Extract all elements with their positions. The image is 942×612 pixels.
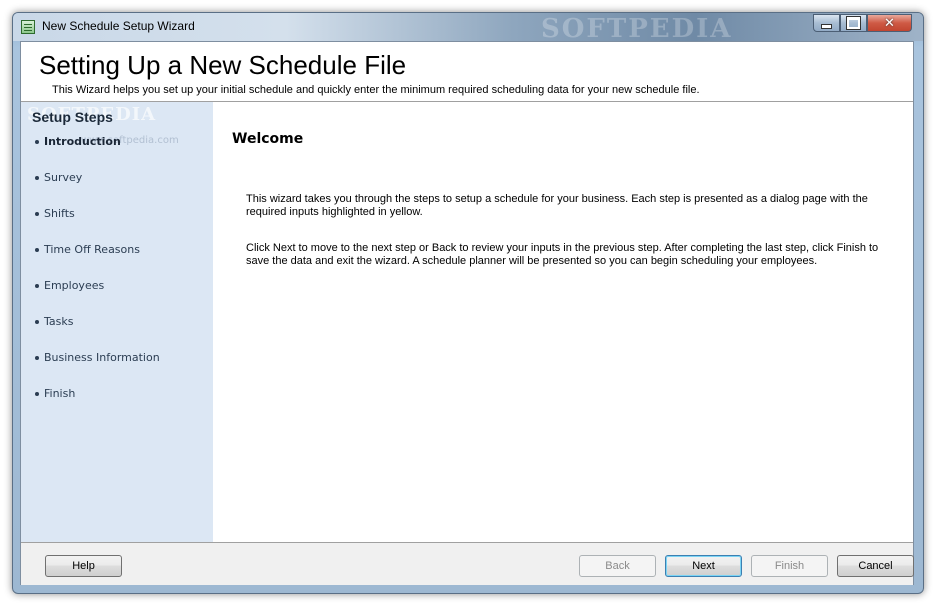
step-tasks[interactable]: Tasks: [35, 315, 73, 328]
step-label: Finish: [44, 387, 76, 400]
setup-steps-sidebar: SOFTPEDIA www.softpedia.com Setup Steps …: [21, 102, 213, 542]
minimize-button[interactable]: [813, 14, 840, 32]
wizard-footer: Help Back Next Finish Cancel: [21, 542, 914, 585]
step-label: Survey: [44, 171, 83, 184]
wizard-client-area: Setting Up a New Schedule File This Wiza…: [20, 41, 914, 585]
title-bar[interactable]: New Schedule Setup Wizard SOFTPEDIA ✕: [13, 13, 923, 44]
step-business-information[interactable]: Business Information: [35, 351, 160, 364]
minimize-icon: [821, 23, 832, 29]
content-heading: Welcome: [232, 131, 304, 147]
bullet-icon: [35, 247, 39, 252]
app-icon: [21, 20, 35, 34]
bullet-icon: [35, 283, 39, 288]
finish-button[interactable]: Finish: [751, 555, 828, 577]
wizard-content: Welcome This wizard takes you through th…: [213, 102, 913, 542]
page-subtitle: This Wizard helps you set up your initia…: [52, 84, 700, 96]
wizard-window: New Schedule Setup Wizard SOFTPEDIA ✕ Se…: [12, 12, 924, 594]
wizard-header: Setting Up a New Schedule File This Wiza…: [21, 42, 913, 102]
intro-paragraph: This wizard takes you through the steps …: [246, 193, 868, 218]
step-label: Tasks: [44, 315, 74, 328]
step-employees[interactable]: Employees: [35, 279, 104, 292]
step-label: Introduction: [44, 135, 121, 148]
cancel-button[interactable]: Cancel: [837, 555, 914, 577]
instructions-paragraph: Click Next to move to the next step or B…: [246, 242, 879, 267]
close-icon: ✕: [884, 15, 895, 31]
maximize-icon: [847, 17, 860, 29]
bullet-icon: [35, 175, 39, 180]
bullet-icon: [35, 391, 39, 396]
step-introduction[interactable]: Introduction: [35, 135, 121, 148]
step-survey[interactable]: Survey: [35, 171, 82, 184]
step-shifts[interactable]: Shifts: [35, 207, 75, 220]
bullet-icon: [35, 355, 39, 360]
step-finish[interactable]: Finish: [35, 387, 75, 400]
page-title: Setting Up a New Schedule File: [39, 50, 407, 80]
sidebar-title: Setup Steps: [32, 109, 113, 125]
help-button[interactable]: Help: [45, 555, 122, 577]
close-button[interactable]: ✕: [867, 14, 912, 32]
bullet-icon: [35, 319, 39, 324]
step-label: Time Off Reasons: [44, 243, 140, 256]
bullet-icon: [35, 211, 39, 216]
watermark: SOFTPEDIA: [541, 14, 733, 44]
step-time-off-reasons[interactable]: Time Off Reasons: [35, 243, 140, 256]
window-title: New Schedule Setup Wizard: [42, 19, 195, 33]
next-button[interactable]: Next: [665, 555, 742, 577]
bullet-icon: [35, 139, 39, 144]
step-label: Shifts: [44, 207, 75, 220]
back-button[interactable]: Back: [579, 555, 656, 577]
maximize-button[interactable]: [840, 14, 867, 32]
step-label: Employees: [44, 279, 105, 292]
step-label: Business Information: [44, 351, 160, 364]
